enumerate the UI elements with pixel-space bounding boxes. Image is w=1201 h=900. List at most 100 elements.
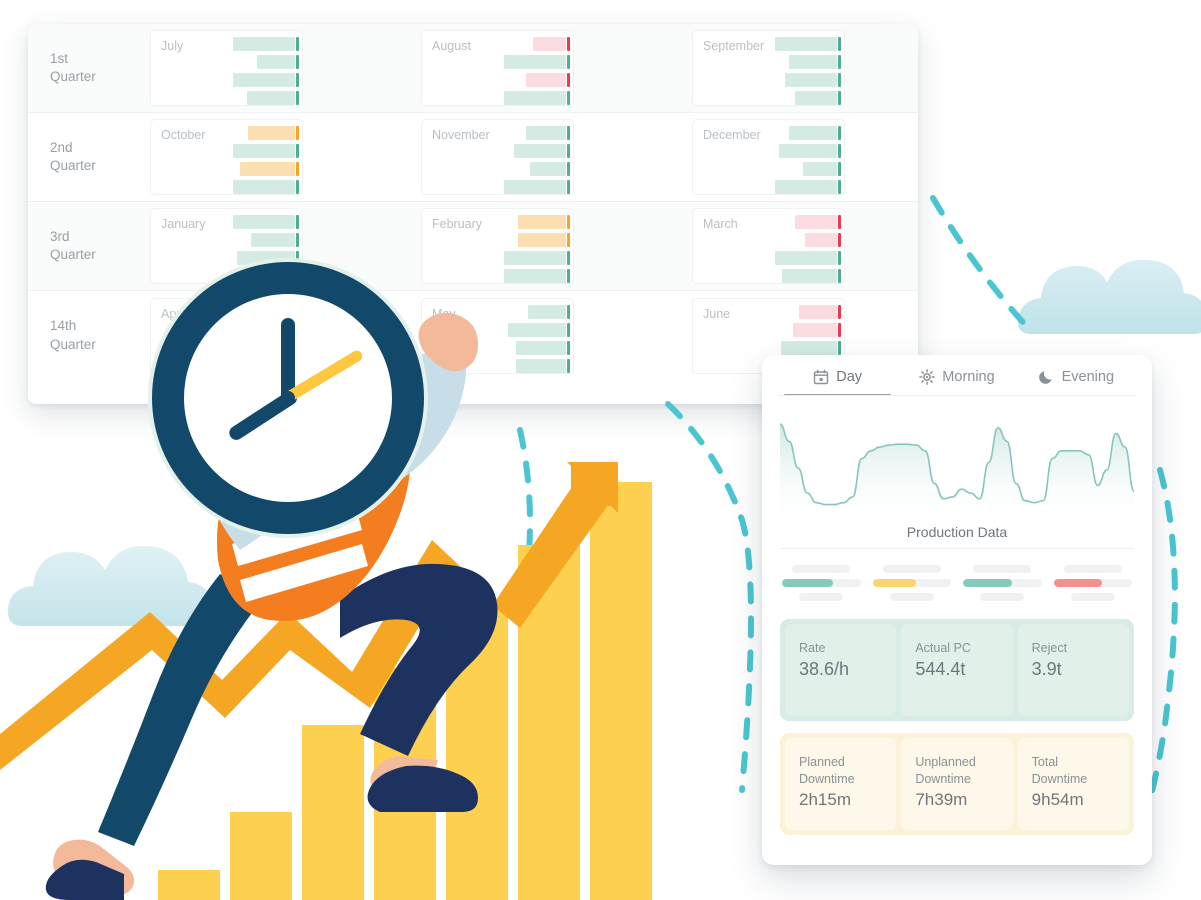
month-cell[interactable]: December	[692, 119, 845, 195]
metric-label: Rate	[799, 641, 826, 655]
month-bar	[793, 322, 841, 337]
legend-title-placeholder	[973, 565, 1032, 573]
month-bar	[775, 37, 841, 51]
month-bar-row	[737, 269, 841, 283]
metric-label: Unplanned Downtime	[915, 755, 976, 786]
month-bar	[237, 340, 299, 355]
month-bar-group	[195, 304, 299, 377]
tab-day[interactable]: Day	[778, 369, 897, 396]
month-bar-row	[195, 162, 299, 176]
month-bar-row	[737, 91, 841, 105]
month-bar-group	[466, 37, 570, 109]
quarter-row: 2nd Quarter October November December	[28, 113, 918, 202]
month-bar	[240, 162, 299, 176]
month-name: May	[432, 306, 456, 321]
metric-legend-placeholders	[762, 549, 1152, 607]
month-bar	[518, 233, 570, 247]
dashboard-tab-bar: Day Morning Evening	[762, 355, 1152, 396]
month-bar	[782, 269, 841, 283]
month-bar-row	[195, 37, 299, 51]
legend-progress-fill	[872, 579, 916, 587]
production-sparkline-chart	[762, 396, 1152, 522]
month-bar-group	[737, 215, 841, 287]
metric-tile: Unplanned Downtime 7h39m	[901, 738, 1013, 830]
metric-tile: Reject 3.9t	[1017, 624, 1129, 716]
metric-tile: Rate 38.6/h	[785, 624, 897, 716]
month-cell[interactable]: September	[692, 30, 845, 106]
legend-progress-fill	[963, 579, 1013, 587]
tab-evening[interactable]: Evening	[1017, 369, 1136, 396]
month-cell[interactable]: April	[150, 297, 303, 377]
quarter-row: 1st Quarter July August September	[28, 24, 918, 113]
month-cell[interactable]: October	[150, 119, 303, 195]
metric-tile: Total Downtime 9h54m	[1017, 738, 1129, 830]
month-bar-row	[737, 340, 841, 355]
month-bar-row	[195, 55, 299, 69]
growth-arrow-icon	[0, 462, 618, 770]
month-bar	[795, 215, 841, 229]
month-bar-group	[737, 37, 841, 109]
quarter-label: 2nd Quarter	[50, 139, 96, 173]
legend-title-placeholder	[792, 565, 851, 573]
metric-tile: Actual PC 544.4t	[901, 624, 1013, 716]
month-bar	[233, 215, 299, 229]
downtime-metrics-group: Planned Downtime 2h15m Unplanned Downtime 7…	[780, 733, 1134, 835]
tab-bar-divider	[778, 395, 1136, 396]
month-bar	[775, 251, 841, 265]
month-bar	[528, 304, 570, 319]
month-cell[interactable]: July	[150, 30, 303, 106]
production-dashboard-panel: Day Morning Evening Production Data Rate…	[762, 355, 1152, 865]
month-name: March	[703, 217, 738, 231]
month-bar-row	[737, 37, 841, 51]
legend-title-placeholder	[1063, 565, 1122, 573]
month-bar-row	[466, 37, 570, 51]
month-bar	[789, 55, 841, 69]
sun-icon	[919, 369, 936, 385]
month-bar-row	[466, 358, 570, 373]
legend-sub-placeholder	[980, 593, 1025, 601]
month-bar-row	[466, 55, 570, 69]
month-bar-row	[195, 144, 299, 158]
metric-label: Total Downtime	[1031, 755, 1088, 786]
month-bar-row	[466, 144, 570, 158]
month-bar	[233, 37, 299, 51]
month-cell[interactable]: February	[421, 208, 574, 284]
month-name: April	[161, 306, 187, 321]
month-bar	[805, 233, 841, 247]
month-bar	[257, 55, 299, 69]
month-bar-row	[737, 215, 841, 229]
month-bar-row	[195, 304, 299, 319]
month-bar	[530, 162, 570, 176]
cloud-left-icon	[8, 545, 213, 626]
month-cell[interactable]: May	[421, 297, 574, 374]
tab-morning[interactable]: Morning	[897, 369, 1016, 396]
month-bar-group	[466, 126, 570, 198]
month-bar-row	[737, 73, 841, 87]
month-bar-row	[195, 251, 299, 265]
legend-sub-placeholder	[799, 593, 844, 601]
month-bar	[799, 304, 841, 319]
month-bar-row	[466, 322, 570, 337]
month-bar-row	[195, 126, 299, 140]
month-bar-row	[466, 180, 570, 194]
month-bar-row	[737, 322, 841, 337]
tab-morning-label: Morning	[942, 369, 995, 385]
moon-icon	[1038, 369, 1055, 385]
legend-item	[782, 565, 861, 601]
metric-value: 38.6/h	[799, 658, 850, 679]
month-bar-row	[466, 251, 570, 265]
month-bar	[775, 180, 841, 194]
calendar-icon	[813, 369, 829, 385]
month-bar-row	[466, 126, 570, 140]
month-cell[interactable]: August	[421, 30, 574, 106]
metric-value: 2h15m	[799, 789, 851, 809]
month-bar-row	[195, 73, 299, 87]
month-cell[interactable]: November	[421, 119, 574, 195]
month-bar	[504, 55, 570, 69]
month-bar	[245, 269, 299, 283]
month-cell[interactable]: March	[692, 208, 845, 284]
month-cell[interactable]: January	[150, 208, 303, 284]
month-bar	[516, 358, 570, 373]
month-bar-row	[737, 304, 841, 319]
quarter-label: 3rd Quarter	[50, 228, 96, 262]
